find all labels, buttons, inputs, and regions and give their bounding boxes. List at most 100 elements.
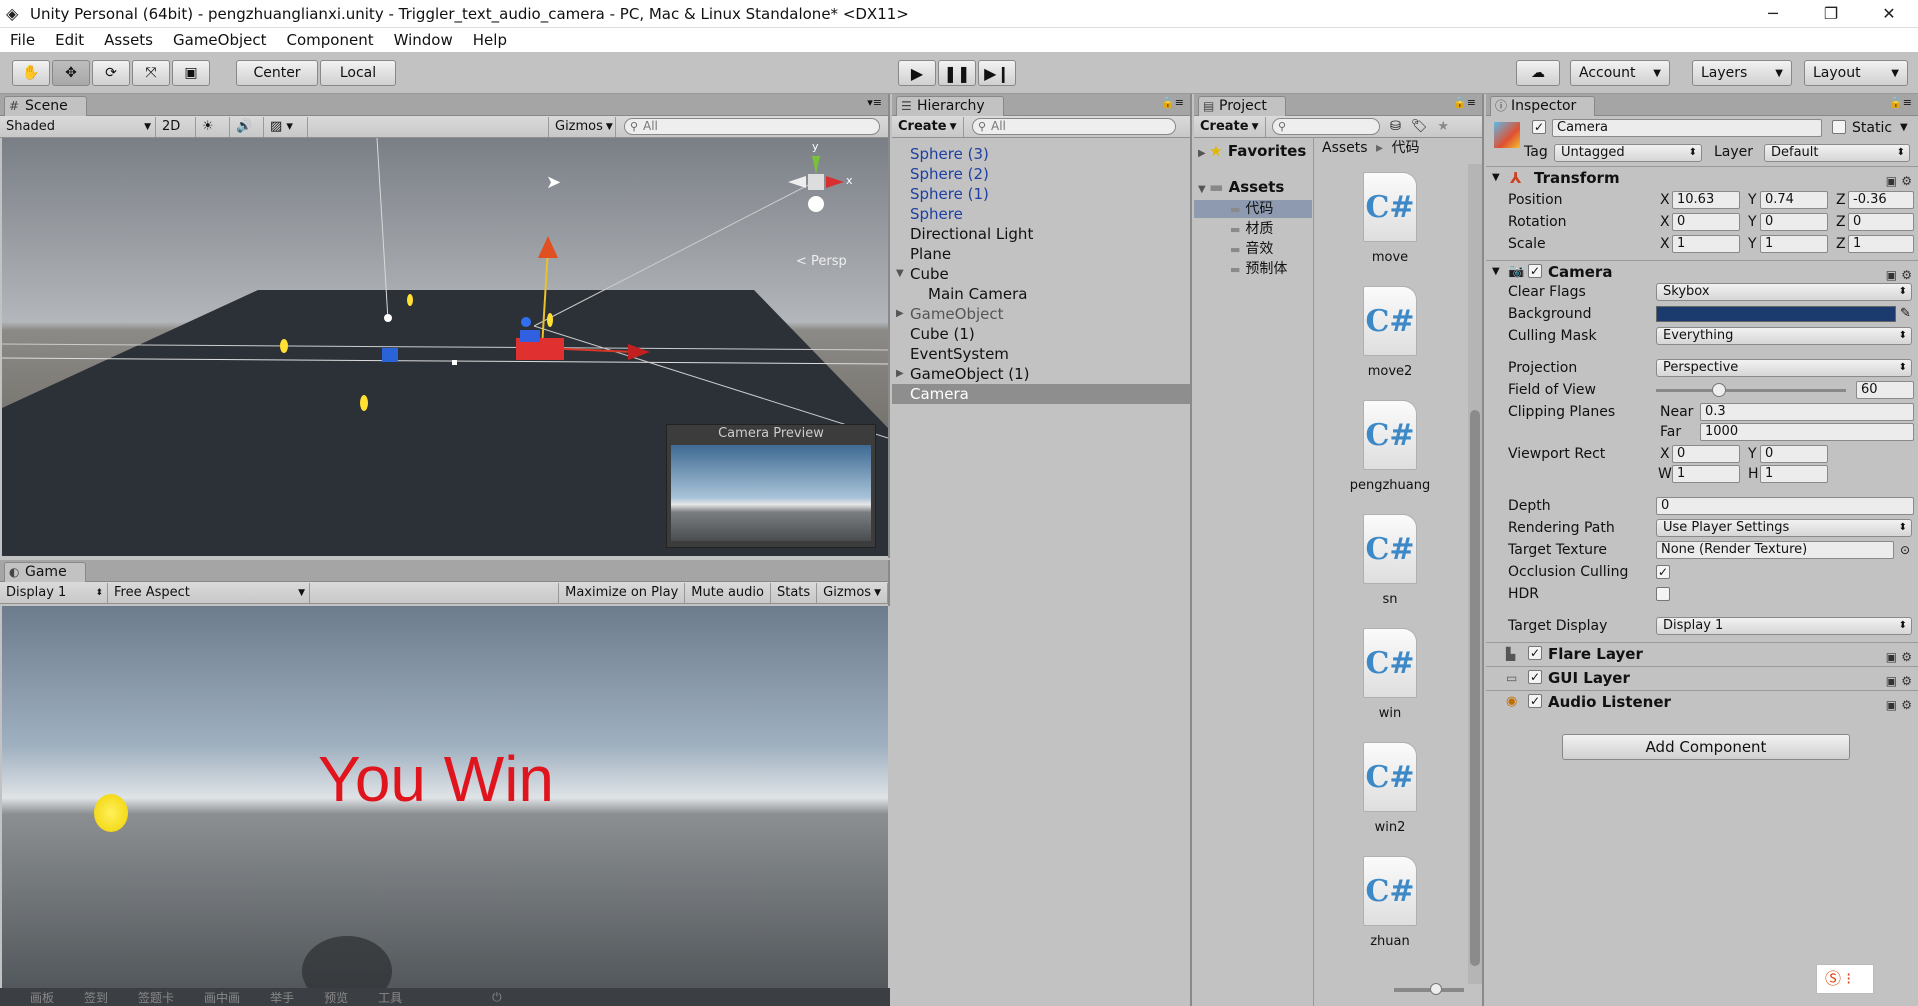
game-viewport[interactable]: You Win bbox=[2, 606, 888, 1006]
script-asset[interactable]: C# zhuan bbox=[1330, 856, 1450, 949]
layout-dropdown[interactable]: Layout ▼ bbox=[1804, 60, 1908, 86]
rotate-tool-icon[interactable]: ⟳ bbox=[92, 60, 130, 86]
expand-arrow-icon[interactable]: ▶ bbox=[896, 364, 904, 384]
expand-arrow-icon[interactable]: ▶ bbox=[896, 304, 904, 324]
culling-mask-dropdown[interactable]: Everything bbox=[1656, 327, 1912, 345]
hierarchy-item[interactable]: Camera bbox=[892, 384, 1190, 404]
hierarchy-item[interactable]: ▼ Cube bbox=[892, 264, 1190, 284]
script-asset[interactable]: C# pengzhuang bbox=[1330, 400, 1450, 493]
static-arrow-icon[interactable]: ▼ bbox=[1900, 122, 1908, 133]
fov-slider-track[interactable] bbox=[1656, 383, 1846, 397]
zoom-slider[interactable] bbox=[1394, 983, 1464, 995]
scale-y-field[interactable]: 1 bbox=[1760, 235, 1828, 253]
ime-icon[interactable]: Ⓢ ⁝ bbox=[1816, 964, 1874, 994]
hand-tool-icon[interactable]: ✋ bbox=[12, 60, 50, 86]
y-axis-arrow[interactable] bbox=[538, 236, 558, 258]
scale-x-field[interactable]: 1 bbox=[1672, 235, 1740, 253]
project-search-input[interactable] bbox=[1272, 118, 1380, 135]
menu-window[interactable]: Window bbox=[384, 31, 463, 49]
move-tool-icon[interactable]: ✥ bbox=[52, 60, 90, 86]
menu-file[interactable]: File bbox=[0, 31, 45, 49]
hierarchy-item[interactable]: Sphere (3) bbox=[892, 144, 1190, 164]
rotation-z-field[interactable]: 0 bbox=[1848, 213, 1914, 231]
assets-node[interactable]: ▼ ▬ Assets bbox=[1198, 178, 1284, 196]
target-display-dropdown[interactable]: Display 1 bbox=[1656, 617, 1912, 635]
display-dropdown[interactable]: Display 1 ⬍ bbox=[0, 582, 108, 603]
tab-scene[interactable]: # Scene bbox=[4, 96, 87, 116]
2d-toggle[interactable]: 2D bbox=[156, 116, 196, 137]
object-name-input[interactable]: Camera bbox=[1552, 119, 1822, 137]
menu-assets[interactable]: Assets bbox=[94, 31, 163, 49]
menu-gameobject[interactable]: GameObject bbox=[163, 31, 277, 49]
far-field[interactable]: 1000 bbox=[1700, 423, 1914, 441]
hierarchy-item[interactable]: Sphere (1) bbox=[892, 184, 1190, 204]
rendering-path-dropdown[interactable]: Use Player Settings bbox=[1656, 519, 1912, 537]
viewport-x-field[interactable]: 0 bbox=[1672, 445, 1740, 463]
taskbar-item[interactable]: 画板 bbox=[30, 989, 54, 1006]
audio-listener-checkbox[interactable]: ✓ bbox=[1528, 694, 1542, 708]
maximize-button[interactable]: ❐ bbox=[1802, 0, 1860, 28]
occlusion-culling-checkbox[interactable]: ✓ bbox=[1656, 565, 1670, 579]
hierarchy-item[interactable]: Directional Light bbox=[892, 224, 1190, 244]
component-settings-icon[interactable]: ▣ ⚙ bbox=[1886, 694, 1912, 716]
tab-project[interactable]: ▤ Project bbox=[1198, 96, 1286, 116]
play-icon[interactable]: ▶ bbox=[898, 60, 936, 86]
hdr-checkbox[interactable] bbox=[1656, 587, 1670, 601]
projection-dropdown[interactable]: Perspective bbox=[1656, 359, 1912, 377]
filter-label-icon[interactable]: 🏷 bbox=[1411, 119, 1428, 134]
project-lock-icon[interactable]: 🔒≡ bbox=[1453, 96, 1476, 109]
persp-label[interactable]: < Persp bbox=[796, 254, 847, 269]
object-picker-icon[interactable]: ⊙ bbox=[1900, 540, 1910, 560]
eyedropper-icon[interactable]: ✎ bbox=[1900, 304, 1911, 324]
fov-slider-thumb[interactable] bbox=[1711, 383, 1726, 397]
power-icon[interactable]: ⏻ bbox=[492, 990, 502, 1005]
folder-item[interactable]: 音效 bbox=[1230, 240, 1273, 258]
hierarchy-create-dropdown[interactable]: Create ▼ bbox=[892, 116, 964, 137]
taskbar-item[interactable]: 签题卡 bbox=[138, 989, 174, 1006]
position-y-field[interactable]: 0.74 bbox=[1760, 191, 1828, 209]
maximize-on-play-toggle[interactable]: Maximize on Play bbox=[558, 582, 686, 603]
hierarchy-item[interactable]: Cube (1) bbox=[892, 324, 1190, 344]
pivot-center-button[interactable]: Center bbox=[236, 60, 318, 86]
taskbar-item[interactable]: 工具 bbox=[378, 989, 402, 1006]
viewport-y-field[interactable]: 0 bbox=[1760, 445, 1828, 463]
sphere-object[interactable] bbox=[280, 339, 288, 353]
aspect-dropdown[interactable]: Free Aspect ▼ bbox=[108, 582, 310, 603]
transform-header[interactable]: ▼ ⅄ Transform ▣ ⚙ bbox=[1486, 166, 1918, 188]
taskbar-item[interactable]: 举手 bbox=[270, 989, 294, 1006]
menu-edit[interactable]: Edit bbox=[45, 31, 94, 49]
scale-tool-icon[interactable]: ⤧ bbox=[132, 60, 170, 86]
hierarchy-item[interactable]: EventSystem bbox=[892, 344, 1190, 364]
script-asset[interactable]: C# win2 bbox=[1330, 742, 1450, 835]
gui-layer-checkbox[interactable]: ✓ bbox=[1528, 670, 1542, 684]
script-asset[interactable]: C# move bbox=[1330, 172, 1450, 265]
scrollbar-thumb[interactable] bbox=[1470, 410, 1480, 966]
inspector-lock-icon[interactable]: 🔒≡ bbox=[1889, 96, 1912, 109]
favorite-star-icon[interactable]: ★ bbox=[1437, 119, 1449, 134]
rect-tool-icon[interactable]: ▣ bbox=[172, 60, 210, 86]
panel-menu-icon[interactable]: ▾≡ bbox=[867, 96, 882, 109]
folder-item[interactable]: 材质 bbox=[1230, 220, 1273, 238]
script-asset[interactable]: C# win bbox=[1330, 628, 1450, 721]
flare-layer-header[interactable]: ▙ ✓ Flare Layer ▣ ⚙ bbox=[1486, 642, 1918, 664]
hierarchy-item[interactable]: Sphere bbox=[892, 204, 1190, 224]
camera-fold-icon[interactable]: ▼ bbox=[1492, 261, 1500, 283]
component-settings-icon[interactable]: ▣ ⚙ bbox=[1886, 646, 1912, 668]
taskbar-item[interactable]: 预览 bbox=[324, 989, 348, 1006]
tag-dropdown[interactable]: Untagged bbox=[1554, 144, 1702, 162]
breadcrumb-root[interactable]: Assets bbox=[1322, 140, 1368, 156]
hierarchy-item[interactable]: Plane bbox=[892, 244, 1190, 264]
shading-mode-dropdown[interactable]: Shaded ▼ bbox=[0, 116, 156, 137]
hierarchy-item[interactable]: ▶ GameObject bbox=[892, 304, 1190, 324]
stats-toggle[interactable]: Stats bbox=[771, 582, 818, 603]
scene-search-input[interactable]: All bbox=[624, 118, 880, 135]
mute-audio-toggle[interactable]: Mute audio bbox=[685, 582, 771, 603]
zoom-slider-thumb[interactable] bbox=[1430, 983, 1442, 995]
active-checkbox[interactable]: ✓ bbox=[1532, 120, 1546, 134]
layer-dropdown[interactable]: Default bbox=[1764, 144, 1910, 162]
transform-fold-icon[interactable]: ▼ bbox=[1492, 167, 1500, 189]
near-field[interactable]: 0.3 bbox=[1700, 403, 1914, 421]
close-button[interactable]: ✕ bbox=[1860, 0, 1918, 28]
target-texture-field[interactable]: None (Render Texture) bbox=[1656, 541, 1894, 559]
flare-layer-checkbox[interactable]: ✓ bbox=[1528, 646, 1542, 660]
